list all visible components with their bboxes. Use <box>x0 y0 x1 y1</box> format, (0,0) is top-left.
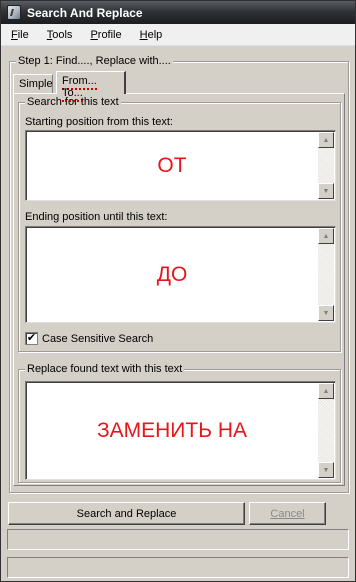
scroll-down-arrow-icon[interactable]: ▼ <box>318 183 334 199</box>
menu-tools[interactable]: Tools <box>47 29 73 41</box>
cancel-button[interactable]: Cancel <box>249 502 326 525</box>
case-sensitive-label[interactable]: Case Sensitive Search <box>42 333 153 345</box>
end-position-textarea[interactable]: ДО ▲ ▼ <box>25 226 336 323</box>
scroll-up-arrow-icon[interactable]: ▲ <box>318 132 334 148</box>
start-position-value: ОТ <box>157 153 187 177</box>
menu-file[interactable]: File <box>11 29 29 41</box>
cancel-label: Cancel <box>270 507 305 520</box>
title-bar: Search And Replace <box>1 1 355 24</box>
app-icon <box>7 5 21 20</box>
start-position-label: Starting position from this text: <box>25 116 173 128</box>
window-title: Search And Replace <box>27 5 143 20</box>
replace-group-legend: Replace found text with this text <box>25 363 185 375</box>
end-position-scrollbar[interactable]: ▲ ▼ <box>318 228 334 321</box>
scroll-up-arrow-icon[interactable]: ▲ <box>318 383 334 399</box>
menu-bar: File Tools Profile Help <box>1 24 355 46</box>
search-and-replace-button[interactable]: Search and Replace <box>8 502 245 525</box>
scroll-down-arrow-icon[interactable]: ▼ <box>318 305 334 321</box>
search-replace-window: Search And Replace File Tools Profile He… <box>0 0 356 582</box>
replace-value: ЗАМЕНИТЬ НА <box>96 418 248 442</box>
search-and-replace-label: Search and Replace <box>76 507 177 520</box>
tab-simple[interactable]: Simple <box>13 74 53 93</box>
case-sensitive-checkbox[interactable]: ✔ <box>25 332 38 345</box>
tab-simple-label: Simple <box>19 78 53 90</box>
end-position-label: Ending position until this text: <box>25 211 168 223</box>
start-position-textarea[interactable]: ОТ ▲ ▼ <box>25 130 336 201</box>
start-position-scrollbar[interactable]: ▲ ▼ <box>318 132 334 199</box>
checkmark-icon: ✔ <box>26 332 37 344</box>
status-bar-primary <box>7 529 349 550</box>
end-position-value: ДО <box>156 262 188 286</box>
menu-help[interactable]: Help <box>140 29 163 41</box>
step-group-legend: Step 1: Find...., Replace with.... <box>16 55 173 67</box>
menu-profile[interactable]: Profile <box>90 29 121 41</box>
replace-textarea[interactable]: ЗАМЕНИТЬ НА ▲ ▼ <box>25 381 336 480</box>
case-sensitive-row: ✔ Case Sensitive Search <box>25 332 153 345</box>
tab-from-to[interactable]: From... To... <box>56 71 126 102</box>
replace-scrollbar[interactable]: ▲ ▼ <box>318 383 334 478</box>
status-bar-secondary <box>7 557 349 578</box>
scroll-up-arrow-icon[interactable]: ▲ <box>318 228 334 244</box>
scroll-down-arrow-icon[interactable]: ▼ <box>318 462 334 478</box>
